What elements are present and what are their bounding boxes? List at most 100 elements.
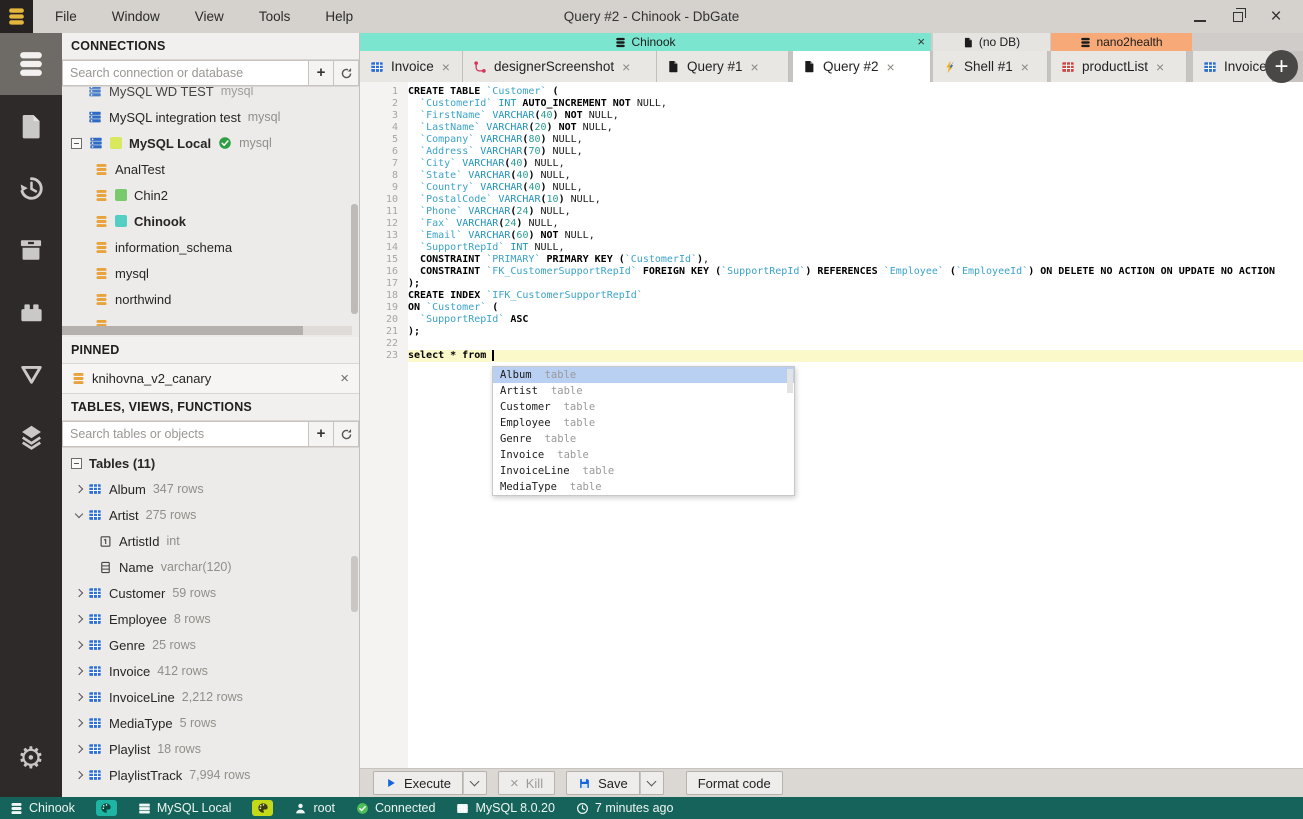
new-tab-button[interactable]: + <box>1265 50 1298 83</box>
code-line[interactable]: CONSTRAINT `FK_CustomerSupportRepId` FOR… <box>408 266 1303 278</box>
autocomplete-item[interactable]: Genre table <box>493 431 794 447</box>
code-line[interactable]: CREATE TABLE `Customer` ( <box>408 86 1303 98</box>
restore-icon[interactable] <box>1227 6 1249 28</box>
pinned-item[interactable]: knihovna_v2_canary × <box>62 364 359 394</box>
menu-tools[interactable]: Tools <box>255 7 295 26</box>
activity-layers-icon[interactable] <box>0 405 62 467</box>
code-line[interactable]: `SupportRepId` INT NULL, <box>408 242 1303 254</box>
add-connection-button[interactable] <box>309 60 334 86</box>
code-line[interactable]: select * from <box>408 350 1303 362</box>
code-line[interactable]: `State` VARCHAR(40) NULL, <box>408 170 1303 182</box>
autocomplete-scrollbar[interactable] <box>787 369 793 393</box>
table-row[interactable]: Employee 8 rows <box>62 606 359 632</box>
database-item-selected[interactable]: Chinook <box>62 208 359 234</box>
table-row[interactable]: Customer 59 rows <box>62 580 359 606</box>
table-row[interactable]: MediaType 5 rows <box>62 710 359 736</box>
code-line[interactable]: `LastName` VARCHAR(20) NOT NULL, <box>408 122 1303 134</box>
database-color-chip[interactable] <box>95 800 117 816</box>
tables-vertical-scrollbar[interactable] <box>351 556 358 612</box>
tab-designerscreenshot[interactable]: designerScreenshot × <box>463 51 657 82</box>
code-line[interactable]: `Fax` VARCHAR(24) NULL, <box>408 218 1303 230</box>
save-button[interactable]: Save <box>566 771 640 795</box>
chevron-right-icon[interactable] <box>74 588 84 598</box>
close-tab-icon[interactable]: × <box>1021 60 1029 74</box>
tab-invoice[interactable]: Invoice × <box>360 51 463 82</box>
database-item[interactable]: Chin2 <box>62 182 359 208</box>
collapse-expander-icon[interactable] <box>71 457 82 469</box>
connection-item[interactable]: MySQL WD TEST mysql <box>62 87 359 104</box>
tab-invoice-2[interactable]: Invoice <box>1193 51 1273 82</box>
autocomplete-item[interactable]: Invoice table <box>493 447 794 463</box>
autocomplete-item[interactable]: InvoiceLine table <box>493 463 794 479</box>
autocomplete-item[interactable]: Customer table <box>493 399 794 415</box>
tab-shell-1[interactable]: Shell #1 × <box>933 51 1048 82</box>
tab-query-1[interactable]: Query #1 × <box>657 51 789 82</box>
database-item[interactable]: northwind <box>62 286 359 312</box>
code-line[interactable]: `Country` VARCHAR(40) NULL, <box>408 182 1303 194</box>
column-row[interactable]: ArtistId int <box>62 528 359 554</box>
execute-dropdown-button[interactable] <box>462 771 487 795</box>
format-code-button[interactable]: Format code <box>685 771 783 795</box>
table-row-expanded[interactable]: Artist 275 rows <box>62 502 359 528</box>
save-dropdown-button[interactable] <box>639 771 664 795</box>
execute-button[interactable]: Execute <box>373 771 463 795</box>
code-line[interactable]: `Company` VARCHAR(80) NULL, <box>408 134 1303 146</box>
tab-query-2-active[interactable]: Query #2 × <box>793 51 931 82</box>
chevron-right-icon[interactable] <box>74 744 84 754</box>
activity-plugins-icon[interactable] <box>0 281 62 343</box>
tables-group-row[interactable]: Tables (11) <box>62 450 359 476</box>
close-tab-icon[interactable]: × <box>622 60 630 74</box>
close-tab-icon[interactable]: × <box>442 60 450 74</box>
chevron-right-icon[interactable] <box>74 692 84 702</box>
code-line[interactable]: `CustomerId` INT AUTO_INCREMENT NOT NULL… <box>408 98 1303 110</box>
table-row[interactable]: Genre 25 rows <box>62 632 359 658</box>
chevron-right-icon[interactable] <box>74 718 84 728</box>
table-row[interactable]: Invoice 412 rows <box>62 658 359 684</box>
close-tab-icon[interactable]: × <box>751 60 759 74</box>
code-line[interactable]: CREATE INDEX `IFK_CustomerSupportRepId` <box>408 290 1303 302</box>
table-row[interactable]: Album 347 rows <box>62 476 359 502</box>
code-line[interactable]: ); <box>408 326 1303 338</box>
database-item[interactable]: information_schema <box>62 234 359 260</box>
settings-gear-icon[interactable]: ⚙ <box>0 727 62 789</box>
code-line[interactable]: `Address` VARCHAR(70) NULL, <box>408 146 1303 158</box>
collapse-expander-icon[interactable] <box>71 137 82 149</box>
code-line[interactable]: ON `Customer` ( <box>408 302 1303 314</box>
menu-help[interactable]: Help <box>321 7 357 26</box>
menu-file[interactable]: File <box>51 7 81 26</box>
unpin-close-icon[interactable]: × <box>340 371 349 386</box>
table-row[interactable]: InvoiceLine 2,212 rows <box>62 684 359 710</box>
code-line[interactable] <box>408 338 1303 350</box>
chevron-right-icon[interactable] <box>74 666 84 676</box>
chevron-right-icon[interactable] <box>74 484 84 494</box>
activity-archive-icon[interactable] <box>0 219 62 281</box>
code-line[interactable]: CONSTRAINT `PRIMARY` PRIMARY KEY (`Custo… <box>408 254 1303 266</box>
code-line[interactable]: `PostalCode` VARCHAR(10) NULL, <box>408 194 1303 206</box>
code-line[interactable]: `Email` VARCHAR(60) NOT NULL, <box>408 230 1303 242</box>
minimize-icon[interactable] <box>1189 6 1211 28</box>
tab-productlist[interactable]: productList × <box>1051 51 1187 82</box>
tab-group-chinook[interactable]: Chinook × <box>360 33 931 51</box>
code-line[interactable]: `Phone` VARCHAR(24) NULL, <box>408 206 1303 218</box>
connections-vertical-scrollbar[interactable] <box>351 204 358 314</box>
tab-group-nano2health[interactable]: nano2health <box>1051 33 1192 51</box>
code-line[interactable]: `FirstName` VARCHAR(40) NOT NULL, <box>408 110 1303 122</box>
autocomplete-item-selected[interactable]: Album table <box>493 367 794 383</box>
chevron-right-icon[interactable] <box>74 614 84 624</box>
close-window-icon[interactable]: × <box>1265 6 1287 28</box>
autocomplete-item[interactable]: Employee table <box>493 415 794 431</box>
chevron-down-icon[interactable] <box>74 509 84 518</box>
tab-group-no-db[interactable]: (no DB) <box>933 33 1050 51</box>
connection-color-chip[interactable] <box>252 800 274 816</box>
code-line[interactable]: `SupportRepId` ASC <box>408 314 1303 326</box>
chevron-right-icon[interactable] <box>74 770 84 780</box>
connections-search-input[interactable] <box>62 60 309 86</box>
activity-history-icon[interactable] <box>0 157 62 219</box>
activity-file-icon[interactable] <box>0 95 62 157</box>
code-line[interactable]: `City` VARCHAR(40) NULL, <box>408 158 1303 170</box>
close-group-icon[interactable]: × <box>917 34 925 49</box>
menu-view[interactable]: View <box>191 7 228 26</box>
database-item[interactable]: AnalTest <box>62 156 359 182</box>
tables-search-input[interactable] <box>62 421 309 447</box>
refresh-tables-button[interactable] <box>334 421 359 447</box>
